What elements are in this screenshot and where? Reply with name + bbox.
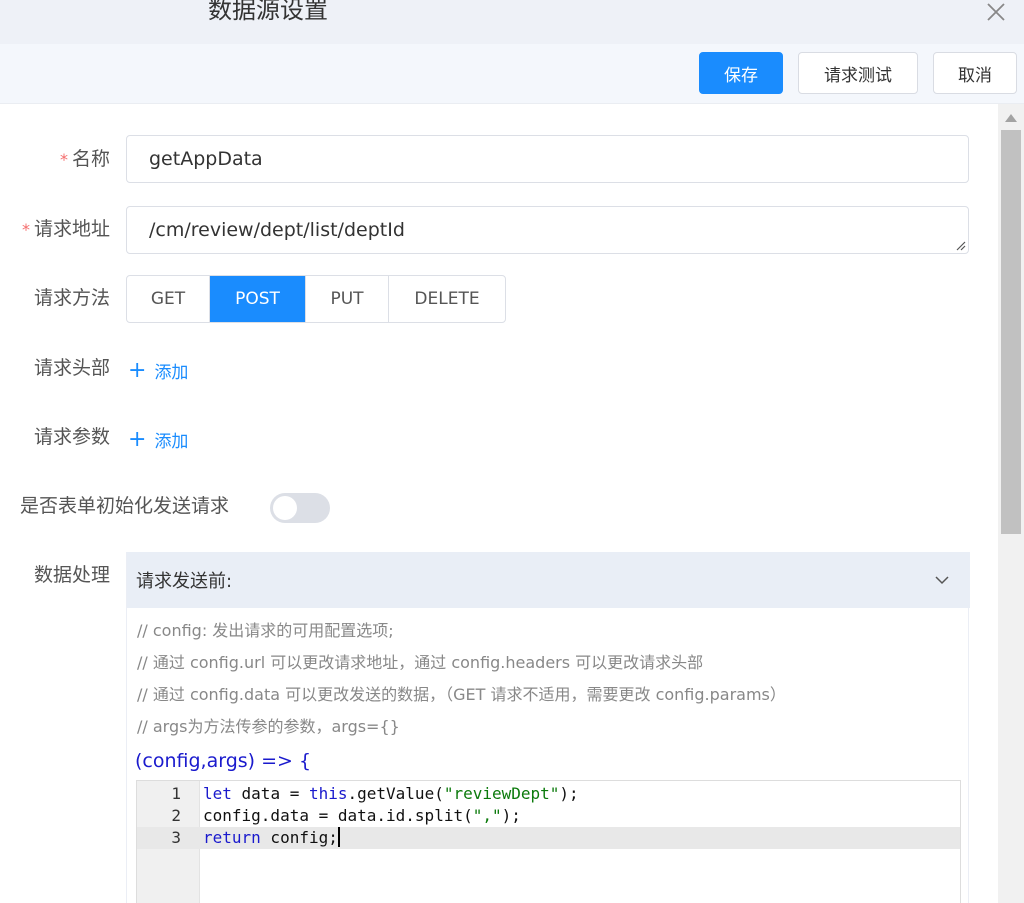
code-editor[interactable]: 1 2 3 let data = this.getValue("reviewDe… bbox=[136, 780, 961, 903]
method-get[interactable]: GET bbox=[127, 276, 210, 322]
cancel-button[interactable]: 取消 bbox=[933, 52, 1017, 94]
before-request-panel: 请求发送前: // config: 发出请求的可用配置选项; // 通过 con… bbox=[126, 552, 970, 903]
dialog-toolbar: 保存 请求测试 取消 bbox=[0, 44, 1024, 104]
vertical-scrollbar[interactable] bbox=[998, 104, 1024, 903]
required-mark: * bbox=[21, 220, 30, 239]
function-signature: (config,args) => { bbox=[135, 750, 312, 772]
scroll-up-icon[interactable] bbox=[1005, 114, 1017, 122]
code-line-3: return config; bbox=[203, 827, 340, 847]
url-label: * 请求地址 bbox=[21, 218, 110, 240]
method-label: 请求方法 bbox=[33, 287, 110, 309]
headers-label: 请求头部 bbox=[33, 357, 110, 379]
plus-icon: + bbox=[128, 357, 147, 383]
url-textarea[interactable]: /cm/review/dept/list/deptId bbox=[126, 206, 969, 254]
code-line-1: let data = this.getValue("reviewDept"); bbox=[203, 784, 579, 803]
save-button[interactable]: 保存 bbox=[699, 52, 783, 94]
params-label: 请求参数 bbox=[33, 426, 110, 448]
method-delete[interactable]: DELETE bbox=[389, 276, 505, 322]
method-put[interactable]: PUT bbox=[306, 276, 389, 322]
add-header-link[interactable]: + 添加 bbox=[128, 358, 188, 383]
toggle-knob bbox=[273, 496, 297, 520]
form-content: * 名称 getAppData * 请求地址 /cm/review/dept/lis… bbox=[0, 104, 998, 903]
method-radio-group: GET POST PUT DELETE bbox=[126, 275, 506, 323]
comment-line: // args为方法传参的参数，args={} bbox=[137, 717, 400, 736]
resize-handle-icon[interactable] bbox=[954, 239, 966, 251]
dialog-header: 数据源设置 bbox=[0, 0, 1024, 44]
init-request-label: 是否表单初始化发送请求 bbox=[20, 495, 230, 517]
comment-line: // config: 发出请求的可用配置选项; bbox=[137, 621, 394, 640]
panel-header[interactable]: 请求发送前: bbox=[127, 552, 970, 608]
add-param-link[interactable]: + 添加 bbox=[128, 427, 188, 452]
name-input[interactable]: getAppData bbox=[126, 135, 969, 183]
plus-icon: + bbox=[128, 426, 147, 452]
method-post[interactable]: POST bbox=[210, 276, 306, 322]
comment-line: // 通过 config.url 可以更改请求地址，通过 config.head… bbox=[137, 653, 704, 672]
close-icon[interactable] bbox=[984, 0, 1008, 24]
scrollbar-thumb[interactable] bbox=[1001, 130, 1021, 534]
line-number: 3 bbox=[171, 828, 181, 847]
text-cursor bbox=[337, 827, 340, 847]
init-request-toggle[interactable] bbox=[270, 493, 330, 523]
request-test-button[interactable]: 请求测试 bbox=[798, 52, 918, 94]
data-processing-label: 数据处理 bbox=[33, 564, 110, 586]
required-mark: * bbox=[59, 150, 68, 169]
dialog-title: 数据源设置 bbox=[208, 0, 328, 24]
code-line-2: config.data = data.id.split(","); bbox=[203, 806, 521, 825]
name-label: * 名称 bbox=[59, 148, 110, 170]
url-value: /cm/review/dept/list/deptId bbox=[149, 219, 405, 241]
comment-line: // 通过 config.data 可以更改发送的数据，（GET 请求不适用，需… bbox=[137, 685, 786, 704]
panel-title: 请求发送前: bbox=[136, 571, 233, 592]
chevron-down-icon[interactable] bbox=[934, 572, 950, 588]
line-number: 1 bbox=[171, 784, 181, 803]
line-number: 2 bbox=[171, 806, 181, 825]
